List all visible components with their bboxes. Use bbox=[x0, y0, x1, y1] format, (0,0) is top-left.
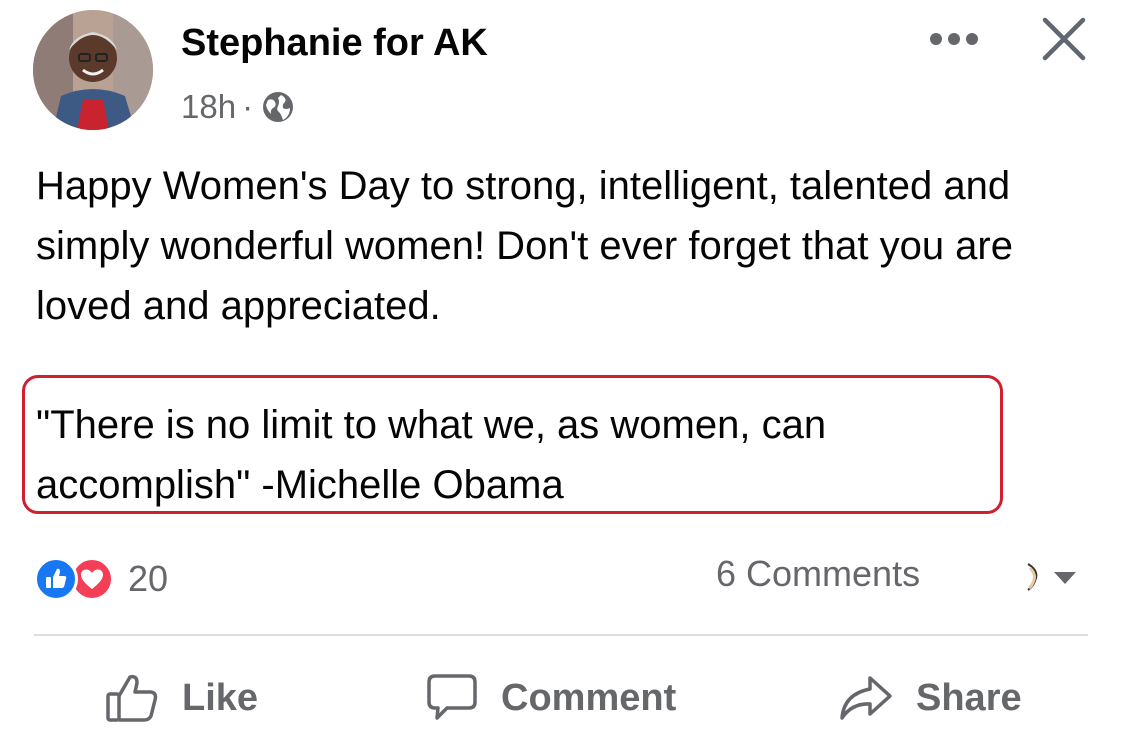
like-reaction-icon bbox=[34, 557, 78, 601]
share-button[interactable]: Share bbox=[838, 666, 1022, 730]
more-horizontal-icon bbox=[930, 33, 978, 45]
actions-divider bbox=[34, 634, 1088, 636]
post-timestamp[interactable]: 18h bbox=[181, 88, 236, 126]
share-button-label: Share bbox=[916, 676, 1022, 719]
comments-count-link[interactable]: 6 Comments bbox=[716, 553, 920, 595]
meta-separator: · bbox=[242, 88, 254, 125]
like-button[interactable]: Like bbox=[104, 666, 258, 730]
author-avatar[interactable] bbox=[33, 10, 153, 130]
close-button[interactable] bbox=[1037, 12, 1091, 66]
comment-bubble-icon bbox=[427, 674, 477, 720]
author-name[interactable]: Stephanie for AK bbox=[181, 22, 488, 65]
commenter-avatar bbox=[1024, 562, 1042, 592]
globe-icon bbox=[261, 90, 295, 124]
thumbs-up-icon bbox=[106, 674, 158, 722]
share-arrow-icon bbox=[840, 676, 892, 720]
comment-button-label: Comment bbox=[501, 676, 677, 719]
reaction-count: 20 bbox=[128, 558, 169, 599]
post-meta: 18h · bbox=[181, 87, 295, 127]
comment-button[interactable]: Comment bbox=[425, 666, 676, 730]
post-body-text: Happy Women's Day to strong, intelligent… bbox=[36, 164, 1013, 328]
more-options-button[interactable] bbox=[926, 22, 982, 56]
chevron-down-icon bbox=[1054, 572, 1076, 584]
close-icon bbox=[1042, 17, 1086, 61]
reaction-dropdown-caret[interactable] bbox=[1052, 570, 1078, 586]
like-button-label: Like bbox=[182, 676, 259, 719]
post-quote-text: "There is no limit to what we, as women,… bbox=[36, 403, 827, 507]
reactions-summary[interactable]: 20 bbox=[34, 556, 168, 602]
avatar-photo bbox=[33, 10, 153, 130]
